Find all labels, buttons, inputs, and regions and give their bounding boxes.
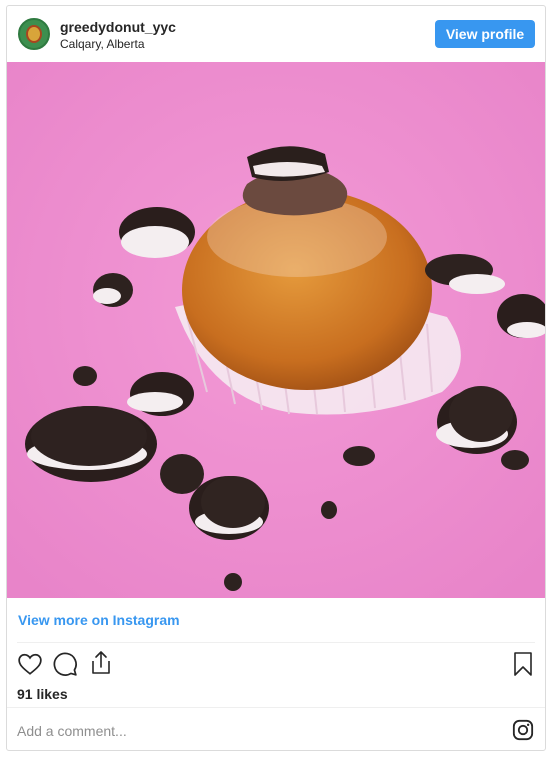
- view-more-link[interactable]: View more on Instagram: [18, 612, 180, 628]
- instagram-embed-card: greedydonut_yyc Calqary, Alberta View pr…: [6, 5, 546, 751]
- username[interactable]: greedydonut_yyc: [60, 19, 176, 35]
- post-photo[interactable]: [7, 62, 545, 598]
- location[interactable]: Calqary, Alberta: [60, 37, 145, 51]
- view-profile-button[interactable]: View profile: [435, 20, 535, 48]
- instagram-logo-icon[interactable]: [512, 719, 534, 741]
- share-icon[interactable]: [89, 650, 113, 676]
- donut-photo-illustration: [7, 62, 545, 598]
- bookmark-icon[interactable]: [512, 651, 534, 677]
- post-header: greedydonut_yyc Calqary, Alberta View pr…: [7, 6, 545, 62]
- divider: [7, 707, 545, 708]
- heart-icon[interactable]: [17, 651, 43, 677]
- comment-icon[interactable]: [52, 651, 78, 677]
- likes-count[interactable]: 91 likes: [17, 686, 68, 702]
- divider: [17, 642, 535, 643]
- avatar-logo-icon: [26, 25, 42, 43]
- comment-input[interactable]: [17, 718, 497, 744]
- avatar[interactable]: [18, 18, 50, 50]
